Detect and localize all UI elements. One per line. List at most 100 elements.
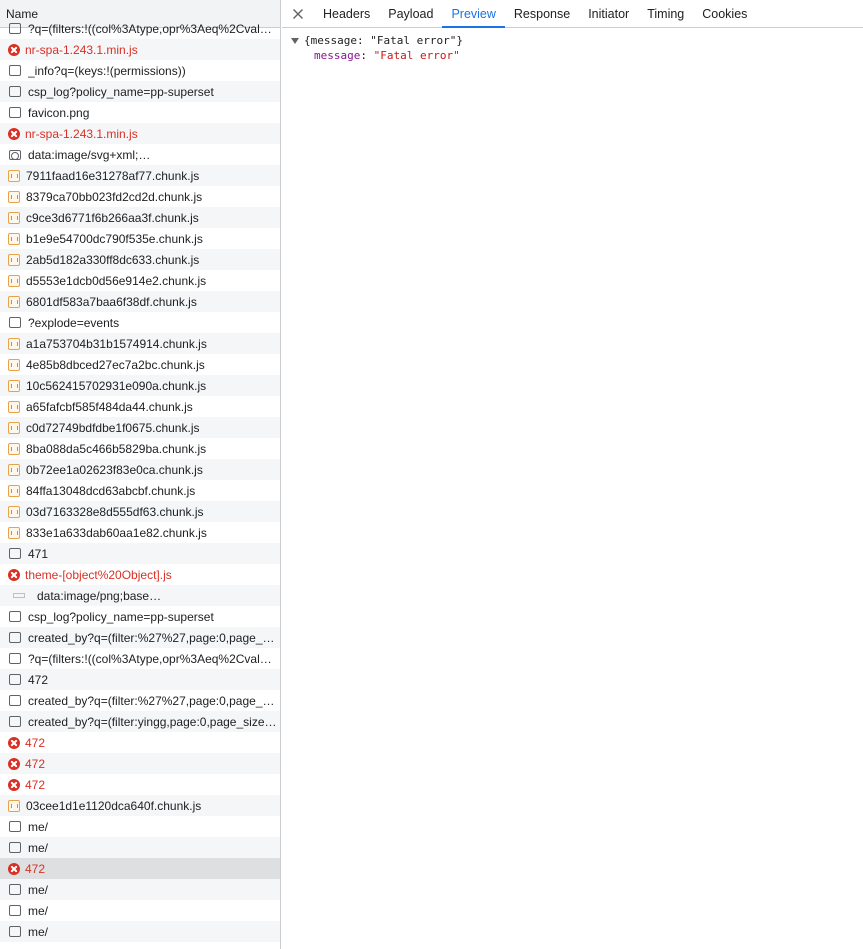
request-row[interactable]: me/ bbox=[0, 921, 280, 942]
request-name: me/ bbox=[28, 819, 49, 834]
request-name: 2ab5d182a330ff8dc633.chunk.js bbox=[26, 252, 200, 267]
request-row[interactable]: 2ab5d182a330ff8dc633.chunk.js bbox=[0, 249, 280, 270]
request-name: 8379ca70bb023fd2cd2d.chunk.js bbox=[26, 189, 203, 204]
request-row[interactable]: 472 bbox=[0, 774, 280, 795]
request-row[interactable]: nr-spa-1.243.1.min.js bbox=[0, 123, 280, 144]
request-row[interactable]: ?q=(filters:!((col%3Atype,opr%3Aeq%2Cval… bbox=[0, 18, 280, 39]
script-icon bbox=[8, 421, 20, 434]
request-name: nr-spa-1.243.1.min.js bbox=[25, 42, 138, 57]
close-icon bbox=[293, 8, 303, 19]
request-name: nr-spa-1.243.1.min.js bbox=[25, 126, 138, 141]
tab-timing[interactable]: Timing bbox=[638, 0, 693, 27]
error-icon bbox=[8, 736, 20, 749]
request-name: 6801df583a7baa6f38df.chunk.js bbox=[26, 294, 197, 309]
request-row[interactable]: a65fafcbf585f484da44.chunk.js bbox=[0, 396, 280, 417]
json-key: message bbox=[314, 49, 361, 62]
request-row[interactable]: me/ bbox=[0, 816, 280, 837]
json-summary: {message: "Fatal error"} bbox=[304, 34, 463, 47]
document-icon bbox=[9, 905, 21, 916]
request-name: 7911faad16e31278af77.chunk.js bbox=[26, 168, 200, 183]
request-name: _info?q=(keys:!(permissions)) bbox=[28, 63, 186, 78]
script-icon bbox=[8, 505, 20, 518]
script-icon bbox=[8, 232, 20, 245]
request-row[interactable]: created_by?q=(filter:yingg,page:0,page_s… bbox=[0, 711, 280, 732]
script-icon bbox=[8, 442, 20, 455]
request-name: ?q=(filters:!((col%3Atype,opr%3Aeq%2Cval… bbox=[28, 651, 272, 666]
tab-payload[interactable]: Payload bbox=[379, 0, 442, 27]
tab-cookies[interactable]: Cookies bbox=[693, 0, 756, 27]
request-row[interactable]: 6801df583a7baa6f38df.chunk.js bbox=[0, 291, 280, 312]
request-row[interactable]: 472 bbox=[0, 858, 280, 879]
request-row[interactable]: _info?q=(keys:!(permissions)) bbox=[0, 60, 280, 81]
request-row[interactable]: 03d7163328e8d555df63.chunk.js bbox=[0, 501, 280, 522]
request-row[interactable]: a1a753704b31b1574914.chunk.js bbox=[0, 333, 280, 354]
document-icon bbox=[9, 632, 21, 643]
request-name: ?q=(filters:!((col%3Atype,opr%3Aeq%2Cval… bbox=[28, 21, 272, 36]
request-row[interactable]: ?q=(filters:!((col%3Atype,opr%3Aeq%2Cval… bbox=[0, 648, 280, 669]
script-icon bbox=[8, 190, 20, 203]
document-icon bbox=[9, 926, 21, 937]
request-name: 471 bbox=[28, 546, 49, 561]
request-rows: ?q=(filters:!((col%3Atype,opr%3Aeq%2Cval… bbox=[0, 18, 280, 942]
request-name: 84ffa13048dcd63abcbf.chunk.js bbox=[26, 483, 196, 498]
tab-preview[interactable]: Preview bbox=[442, 0, 506, 28]
document-icon bbox=[9, 548, 21, 559]
request-row[interactable]: ?explode=events bbox=[0, 312, 280, 333]
tab-initiator[interactable]: Initiator bbox=[579, 0, 638, 27]
request-row[interactable]: b1e9e54700dc790f535e.chunk.js bbox=[0, 228, 280, 249]
request-row[interactable]: theme-[object%20Object].js bbox=[0, 564, 280, 585]
request-row[interactable]: 4e85b8dbced27ec7a2bc.chunk.js bbox=[0, 354, 280, 375]
request-row[interactable]: me/ bbox=[0, 837, 280, 858]
request-name: c9ce3d6771f6b266aa3f.chunk.js bbox=[26, 210, 199, 225]
request-row[interactable]: 7911faad16e31278af77.chunk.js bbox=[0, 165, 280, 186]
request-row[interactable]: 03cee1d1e1120dca640f.chunk.js bbox=[0, 795, 280, 816]
request-name: 0b72ee1a02623f83e0ca.chunk.js bbox=[26, 462, 203, 477]
request-row[interactable]: me/ bbox=[0, 900, 280, 921]
script-icon bbox=[8, 295, 20, 308]
script-icon bbox=[8, 253, 20, 266]
request-row[interactable]: 84ffa13048dcd63abcbf.chunk.js bbox=[0, 480, 280, 501]
error-icon bbox=[8, 778, 20, 791]
document-icon bbox=[9, 653, 21, 664]
request-row[interactable]: me/ bbox=[0, 879, 280, 900]
request-name: 8ba088da5c466b5829ba.chunk.js bbox=[26, 441, 207, 456]
request-name: a1a753704b31b1574914.chunk.js bbox=[26, 336, 207, 351]
request-row[interactable]: 8ba088da5c466b5829ba.chunk.js bbox=[0, 438, 280, 459]
tab-response[interactable]: Response bbox=[505, 0, 579, 27]
request-row[interactable]: 833e1a633dab60aa1e82.chunk.js bbox=[0, 522, 280, 543]
request-name: me/ bbox=[28, 840, 49, 855]
script-icon bbox=[8, 274, 20, 287]
request-row[interactable]: csp_log?policy_name=pp-superset bbox=[0, 606, 280, 627]
request-row[interactable]: nr-spa-1.243.1.min.js bbox=[0, 39, 280, 60]
request-row[interactable]: created_by?q=(filter:%27%27,page:0,page_… bbox=[0, 690, 280, 711]
tab-headers[interactable]: Headers bbox=[314, 0, 379, 27]
request-row[interactable]: data:image/png;base… bbox=[0, 585, 280, 606]
request-row[interactable]: 8379ca70bb023fd2cd2d.chunk.js bbox=[0, 186, 280, 207]
request-row[interactable]: c9ce3d6771f6b266aa3f.chunk.js bbox=[0, 207, 280, 228]
request-row[interactable]: 471 bbox=[0, 543, 280, 564]
close-details-button[interactable] bbox=[282, 0, 314, 27]
request-row[interactable]: data:image/svg+xml;… bbox=[0, 144, 280, 165]
request-details-panel: Headers Payload Preview Response Initiator Ti… bbox=[282, 0, 863, 949]
request-row[interactable]: favicon.png bbox=[0, 102, 280, 123]
request-row[interactable]: 472 bbox=[0, 669, 280, 690]
request-name: theme-[object%20Object].js bbox=[25, 567, 172, 582]
request-name: data:image/svg+xml;… bbox=[28, 147, 151, 162]
json-root-line[interactable]: {message: "Fatal error"} bbox=[282, 33, 863, 48]
request-name: csp_log?policy_name=pp-superset bbox=[28, 609, 214, 624]
request-row[interactable]: 472 bbox=[0, 732, 280, 753]
error-icon bbox=[8, 862, 20, 875]
request-row[interactable]: 0b72ee1a02623f83e0ca.chunk.js bbox=[0, 459, 280, 480]
request-row[interactable]: csp_log?policy_name=pp-superset bbox=[0, 81, 280, 102]
request-row[interactable]: d5553e1dcb0d56e914e2.chunk.js bbox=[0, 270, 280, 291]
document-icon bbox=[9, 842, 21, 853]
expand-triangle-icon[interactable] bbox=[291, 37, 299, 44]
request-row[interactable]: 472 bbox=[0, 753, 280, 774]
document-icon bbox=[9, 65, 21, 76]
request-row[interactable]: created_by?q=(filter:%27%27,page:0,page_… bbox=[0, 627, 280, 648]
script-icon bbox=[8, 211, 20, 224]
request-row[interactable]: 10c562415702931e090a.chunk.js bbox=[0, 375, 280, 396]
request-name: me/ bbox=[28, 924, 49, 939]
script-icon bbox=[8, 169, 20, 182]
request-row[interactable]: c0d72749bdfdbe1f0675.chunk.js bbox=[0, 417, 280, 438]
